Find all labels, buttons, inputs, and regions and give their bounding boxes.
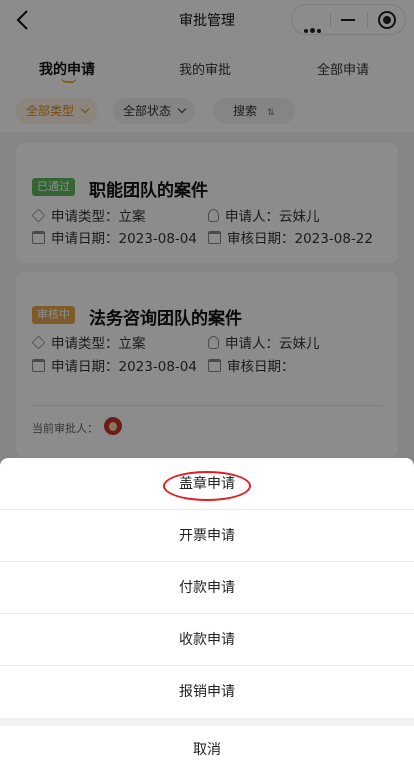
action-receipt-application[interactable]: 收款申请 [0, 614, 414, 666]
action-sheet: 盖章申请 开票申请 付款申请 收款申请 报销申请 取消 [0, 458, 414, 775]
highlight-circle [163, 471, 251, 501]
action-payment-application[interactable]: 付款申请 [0, 562, 414, 614]
sheet-gap [0, 718, 414, 726]
cancel-button[interactable]: 取消 [0, 726, 414, 775]
action-invoice-application[interactable]: 开票申请 [0, 510, 414, 562]
action-reimbursement-application[interactable]: 报销申请 [0, 666, 414, 718]
